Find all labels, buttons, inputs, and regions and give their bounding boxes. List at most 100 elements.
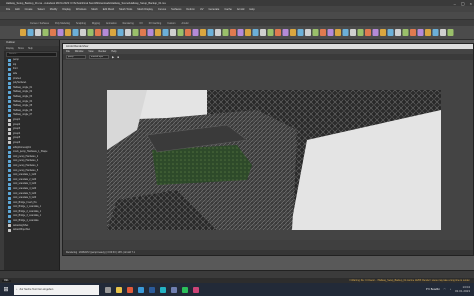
menu-item[interactable]: Arnold — [237, 8, 245, 11]
shelf-tool-icon[interactable] — [155, 29, 161, 36]
explorer-icon[interactable] — [116, 286, 122, 293]
shelf-tab[interactable]: Curves / Surfaces — [30, 22, 49, 25]
outliner-search-input[interactable]: Search... — [6, 52, 57, 57]
shelf-tool-icon[interactable] — [312, 29, 319, 36]
shelf-tool-icon[interactable] — [425, 29, 431, 36]
shelf-tool-icon[interactable] — [290, 29, 296, 36]
shelf-tool-icons[interactable] — [0, 26, 474, 40]
shelf-tool-icon[interactable] — [65, 29, 71, 36]
outliner-menu-display[interactable]: Display — [6, 47, 14, 50]
shelf-tool-icon[interactable] — [327, 29, 334, 36]
render-view-menu-item[interactable]: Render — [99, 50, 107, 53]
edge-icon[interactable] — [138, 286, 144, 293]
shelf-tool-icon[interactable] — [207, 29, 214, 36]
shelf-tool-icon[interactable] — [245, 29, 251, 36]
menu-item[interactable]: Mesh Tools — [119, 8, 132, 11]
shelf-tool-icon[interactable] — [395, 29, 401, 36]
menu-item[interactable]: Mesh Display — [137, 8, 153, 11]
windows-start-icon[interactable]: ⊞ — [0, 283, 12, 296]
shelf-tool-icon[interactable] — [387, 29, 394, 36]
menu-item[interactable]: Edit — [15, 8, 19, 11]
shelf-tool-icon[interactable] — [357, 29, 364, 36]
shelf-tool-icon[interactable] — [185, 29, 191, 36]
shelf-tool-icon[interactable] — [350, 29, 356, 36]
shelf-tool-icon[interactable] — [57, 29, 64, 36]
shelf-tool-icon[interactable] — [27, 29, 34, 36]
chrome-icon[interactable] — [127, 286, 133, 293]
close-icon[interactable]: × — [470, 1, 472, 6]
wifi-icon[interactable]: ◠ — [444, 288, 446, 291]
shelf-tool-icon[interactable] — [215, 29, 221, 36]
shelf-tool-icon[interactable] — [162, 29, 169, 36]
shelf-tool-icon[interactable] — [335, 29, 341, 36]
shelf-tool-icon[interactable] — [177, 29, 184, 36]
shelf-tool-icon[interactable] — [170, 29, 176, 36]
outliner-menu-show[interactable]: Show — [18, 47, 24, 50]
menu-item[interactable]: File — [6, 8, 10, 11]
menu-item[interactable]: Windows — [76, 8, 87, 11]
menu-item[interactable]: Cache — [224, 8, 232, 11]
shelf-tool-icon[interactable] — [237, 29, 244, 36]
shelf-tool-icon[interactable] — [102, 29, 109, 36]
shelf-tool-icon[interactable] — [320, 29, 326, 36]
menu-item[interactable]: Select — [37, 8, 44, 11]
layer-select[interactable]: masterLayer — [89, 55, 109, 59]
shelf-tool-icon[interactable] — [440, 29, 446, 36]
menu-item[interactable]: Create — [25, 8, 33, 11]
shelf-tool-icon[interactable] — [87, 29, 94, 36]
menu-item[interactable]: Generate — [209, 8, 220, 11]
shelf-tool-icon[interactable] — [402, 29, 409, 36]
shelf-tool-icon[interactable] — [230, 29, 236, 36]
shelf-tab[interactable]: Arnold — [181, 22, 188, 25]
outliner-item[interactable]: defaultObjectSet — [4, 228, 59, 233]
shelf-tool-icon[interactable] — [35, 29, 41, 36]
camera-select[interactable]: persp — [66, 55, 86, 59]
menu-item[interactable]: Deform — [186, 8, 195, 11]
render-view-menu-item[interactable]: File — [66, 50, 70, 53]
photoshop-icon[interactable] — [149, 286, 155, 293]
menu-item[interactable]: UV — [200, 8, 204, 11]
shelf-tool-icon[interactable] — [125, 29, 131, 36]
menu-item[interactable]: Surfaces — [171, 8, 181, 11]
shelf-tool-icon[interactable] — [72, 29, 79, 36]
shelf-tool-icon[interactable] — [305, 29, 311, 36]
shelf-tab[interactable]: FX — [140, 22, 143, 25]
weather-label[interactable]: 3°C Bewölkt — [426, 288, 440, 291]
shelf-tool-icon[interactable] — [80, 29, 86, 36]
clock[interactable]: 13:04 03.01.2023 — [455, 285, 470, 293]
shelf-tool-icon[interactable] — [365, 29, 371, 36]
shelf-tool-icon[interactable] — [282, 29, 289, 36]
shelf-tool-icon[interactable] — [342, 29, 349, 36]
menu-item[interactable]: Modify — [50, 8, 58, 11]
shelf-tool-icon[interactable] — [297, 29, 304, 36]
shelf-tab[interactable]: Poly Modeling — [55, 22, 70, 25]
menu-item[interactable]: Mesh — [91, 8, 97, 11]
render-view-menu-item[interactable]: View — [88, 50, 93, 53]
shelf-tool-icon[interactable] — [147, 29, 154, 36]
menu-item[interactable]: Help — [249, 8, 254, 11]
spotify-icon[interactable] — [182, 286, 188, 293]
shelf-tab[interactable]: Animation — [106, 22, 117, 25]
shelf-tool-icon[interactable] — [50, 29, 56, 36]
shelf-tab[interactable]: Rendering — [123, 22, 134, 25]
shelf-tool-icon[interactable] — [140, 29, 146, 36]
shelf-tool-icon[interactable] — [275, 29, 281, 36]
shelf-tool-icon[interactable] — [410, 29, 416, 36]
render-stop-icon[interactable]: ■ — [117, 55, 119, 59]
shelf-tool-icon[interactable] — [20, 29, 26, 36]
shelf-tool-icon[interactable] — [200, 29, 206, 36]
shelf-tool-icon[interactable] — [42, 29, 49, 36]
shelf-tab[interactable]: Custom — [167, 22, 175, 25]
maximize-icon[interactable]: ▢ — [461, 1, 465, 6]
shelf-tool-icon[interactable] — [222, 29, 229, 36]
shelf-tab[interactable]: Rigging — [92, 22, 100, 25]
shelf-tab[interactable]: Sculpting — [76, 22, 86, 25]
mel-label[interactable]: MEL — [2, 279, 11, 282]
minimize-icon[interactable]: – — [454, 1, 456, 6]
shelf-tool-icon[interactable] — [267, 29, 274, 36]
task-view-icon[interactable] — [105, 286, 111, 293]
shelf-tool-icon[interactable] — [110, 29, 116, 36]
speaker-icon[interactable]: ♪ — [450, 288, 451, 291]
shelf-tool-icon[interactable] — [260, 29, 266, 36]
app-icon[interactable] — [193, 286, 199, 293]
